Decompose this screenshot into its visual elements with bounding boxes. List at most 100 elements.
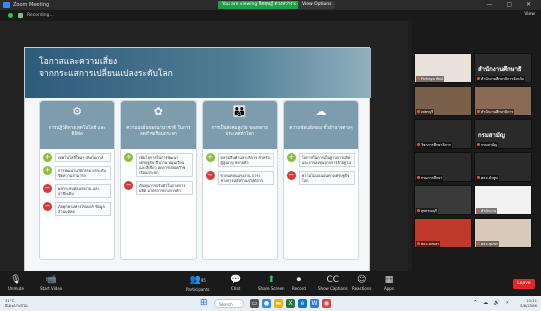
taskbar-clock[interactable]: 10:21 5/6/2566 xyxy=(520,298,537,308)
item-text: การพัฒนานวัตกรรม ยกระดับขีดความสามารถ xyxy=(55,166,112,180)
file-explorer-icon[interactable]: ▬ xyxy=(274,299,283,308)
edge-icon[interactable]: e xyxy=(298,299,307,308)
risk-item: − ภัยคุกคามทางไซเบอร์ ข้อมูลส่วนบุคคล xyxy=(43,202,112,216)
participant-name: กรมการศึกษา xyxy=(416,175,444,181)
participant-name-text: กรมการศึกษา xyxy=(421,176,443,180)
participant-tile[interactable]: ศธจ.ลำพูน xyxy=(474,152,532,182)
participant-name-text: วิชาการศึกษาธิการ xyxy=(421,143,451,147)
participant-tile[interactable]: สำนักงานศึกษาธิ สำนักงานศึกษาธิการจังหวัด xyxy=(474,53,532,83)
participant-name: ศธจ.สงขลา xyxy=(416,241,441,247)
participant-tile[interactable]: เพชรบุรี xyxy=(414,86,472,116)
reactions-button[interactable]: ☺ Reactions xyxy=(352,274,371,291)
leave-button[interactable]: Leave xyxy=(513,279,535,289)
shield-icon[interactable] xyxy=(18,13,23,18)
view-options-button[interactable]: View Options xyxy=(298,1,336,9)
participant-tile[interactable]: ศธจ.ชุมพร xyxy=(474,218,532,248)
participant-name-text: ศธจ.ลำพูน xyxy=(481,176,498,180)
unmute-label: Unmute xyxy=(8,286,24,291)
participant-tile[interactable]: กรมสามัญ กรมสามัญ xyxy=(474,119,532,149)
clock-date: 5/6/2566 xyxy=(519,303,537,308)
participant-tile[interactable]: สำนักงาน xyxy=(474,185,532,215)
view-button[interactable]: View xyxy=(524,12,535,17)
minus-icon: − xyxy=(205,171,215,180)
opportunity-item: + เทคโนโลยีใหม่ๆ เพิ่มโอกาส xyxy=(43,153,112,162)
item-text: ความไม่แน่นอนทางเศรษฐกิจโลก xyxy=(298,171,355,185)
muted-mic-icon xyxy=(417,77,420,80)
column-header: 👪 การเป็นสังคมสูงวัย ของหลายประเทศทั่วโลก xyxy=(202,101,277,149)
participant-tile[interactable]: ศธจ.สงขลา xyxy=(414,218,472,248)
participant-name-text: สำนักงาน xyxy=(481,209,497,213)
system-tray[interactable]: ^ ☁ 🔊 ⚡ xyxy=(473,300,511,306)
slide-column: ⚙ การปฏิวัติทางเทคโนโลยี และดิจิทัล + เทคโน… xyxy=(39,100,116,260)
windows-start-icon[interactable]: ⊞ xyxy=(200,299,209,308)
risk-item: − ขาดแคลนแรงงาน ภาระทางการคลังด้านสวัสดิก… xyxy=(205,171,274,185)
participant-tile[interactable]: วิชาการศึกษาธิการ xyxy=(414,119,472,149)
participant-name: Pichaya ทัศน์ xyxy=(416,76,445,82)
show-captions-button[interactable]: CC Show Captions xyxy=(318,274,348,291)
minus-icon: − xyxy=(43,202,52,211)
excel-icon[interactable]: X xyxy=(286,299,295,308)
muted-mic-icon xyxy=(417,176,420,179)
muted-mic-icon xyxy=(477,77,480,80)
item-text: ขาดแคลนแรงงาน ภาระทางการคลังด้านสวัสดิกา… xyxy=(217,171,274,185)
unmute-button[interactable]: 🎙 Unmute xyxy=(8,274,24,291)
participants-label: Participants xyxy=(186,287,210,292)
minus-icon: − xyxy=(124,181,134,190)
weather-widget[interactable]: 31°C มีเมฆบางส่วน xyxy=(5,298,28,308)
window-title: Zoom Meeting xyxy=(13,2,50,8)
chrome-icon[interactable]: ◉ xyxy=(322,299,331,308)
record-icon: ⏺ xyxy=(296,275,302,285)
plus-icon: + xyxy=(43,153,52,162)
muted-mic-icon xyxy=(417,242,420,245)
participant-name: สำนักงาน xyxy=(476,208,498,214)
item-text: ตลาดสินค้าและบริการ สำหรับผู้สูงอายุ ขยา… xyxy=(217,153,274,167)
shared-screen-area: โอกาสและความเสี่ยง จากกระแสการเปลี่ยนแปล… xyxy=(0,21,408,283)
participant-name: เพชรบุรี xyxy=(416,109,435,115)
video-off-icon: 📹 xyxy=(45,275,57,285)
weather-desc: มีเมฆบางส่วน xyxy=(5,303,28,308)
participant-tile[interactable]: กรมการศึกษา xyxy=(414,152,472,182)
participants-button[interactable]: 👥95 Participants xyxy=(186,274,210,292)
participant-name-text: ศธจ.ชุมพร xyxy=(481,242,498,246)
window-controls[interactable]: — ▢ ✕ xyxy=(486,1,537,8)
zoom-app-icon[interactable]: ● xyxy=(262,299,271,308)
item-text: ต้นทุนการปรับตัวในภาคการผลิต มาตรการทางก… xyxy=(136,181,193,195)
meeting-info-icon[interactable] xyxy=(8,13,13,18)
participants-icon: 👥95 xyxy=(189,275,206,285)
record-button[interactable]: ⏺ Record xyxy=(292,274,306,291)
chat-button[interactable]: 💬 Chat xyxy=(230,274,241,291)
reactions-icon: ☺ xyxy=(357,275,367,285)
muted-mic-icon xyxy=(477,176,480,179)
participants-count: 95 xyxy=(200,278,206,283)
apps-button[interactable]: ▦ Apps xyxy=(384,274,394,291)
participant-tile[interactable]: Pichaya ทัศน์ xyxy=(414,53,472,83)
column-title: การเป็นสังคมสูงวัย ของหลายประเทศทั่วโลก xyxy=(211,126,268,137)
start-video-button[interactable]: 📹 Start Video xyxy=(40,274,62,291)
task-view-icon[interactable]: ▭ xyxy=(250,299,259,308)
share-screen-button[interactable]: ⬆ Share Screen xyxy=(258,274,285,291)
zoom-logo-icon xyxy=(3,2,10,8)
risk-item: − ความไม่แน่นอนทางเศรษฐกิจโลก xyxy=(286,171,355,185)
slide-column: 👪 การเป็นสังคมสูงวัย ของหลายประเทศทั่วโลก… xyxy=(201,100,278,260)
muted-mic-icon xyxy=(477,209,480,212)
word-icon[interactable]: W xyxy=(310,299,319,308)
column-icon: ☁ xyxy=(315,105,327,118)
participant-tile[interactable]: สุพรรณบุรี xyxy=(414,185,472,215)
slide-column: ☁ ความขัดแย้งของ ขั้วอำนาจต่างๆ + โอกาสในกา… xyxy=(282,100,359,260)
participant-tile[interactable]: สำนักงานศึกษาธิการ xyxy=(474,86,532,116)
participant-name-text: สำนักงานศึกษาธิการ xyxy=(481,110,514,114)
participant-display-name: กรมสามัญ xyxy=(478,132,505,139)
opportunity-item: + โอกาสในการเป็นฐานการผลิต และการลงทุนจาก… xyxy=(286,153,355,167)
participant-name: ศธจ.ชุมพร xyxy=(476,241,499,247)
taskbar-search[interactable]: Search xyxy=(214,299,244,308)
participant-name: สุพรรณบุรี xyxy=(416,208,438,214)
show-captions-label: Show Captions xyxy=(318,286,348,291)
participant-name-text: สุพรรณบุรี xyxy=(421,209,437,213)
minus-icon: − xyxy=(43,184,52,193)
slide-title-line1: โอกาสและความเสี่ยง xyxy=(39,57,118,67)
participant-gallery: Pichaya ทัศน์ สำนักงานศึกษาธิ สำนักงานศึกษ… xyxy=(412,21,541,271)
muted-mic-icon xyxy=(477,242,480,245)
muted-mic-icon xyxy=(477,110,480,113)
muted-mic-icon xyxy=(417,110,420,113)
participant-name-text: ศธจ.สงขลา xyxy=(421,242,440,246)
